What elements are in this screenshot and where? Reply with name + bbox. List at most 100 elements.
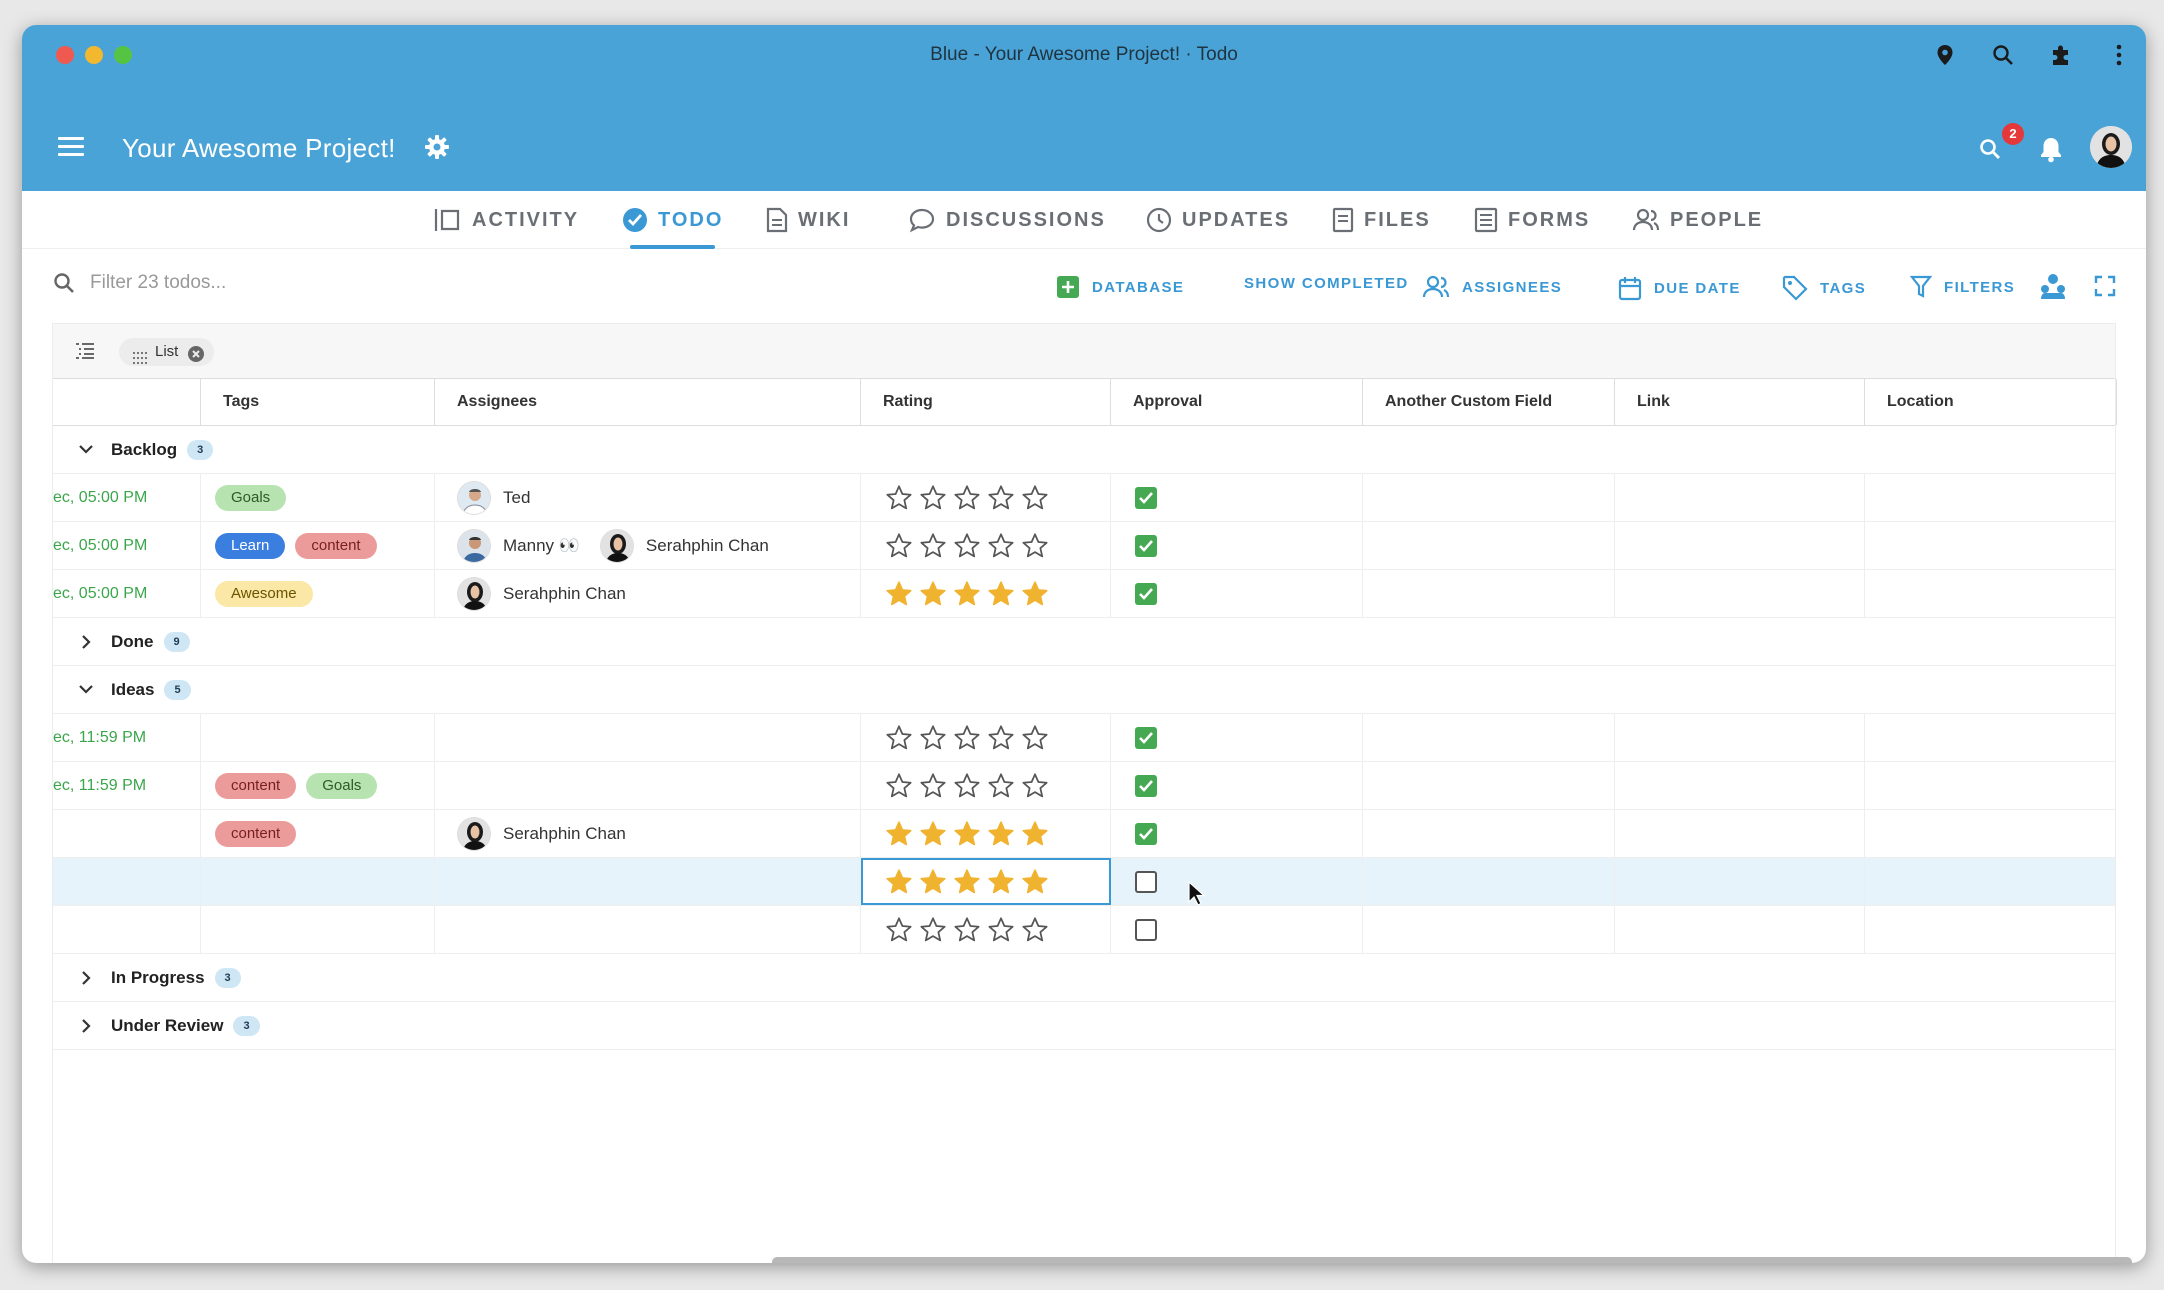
star-outline-icon[interactable] <box>885 916 913 944</box>
star-rating[interactable] <box>861 580 1049 608</box>
group-ideas[interactable]: Ideas 5 <box>53 666 2115 714</box>
due-date[interactable]: ec, 05:00 PM <box>53 474 201 521</box>
link-cell[interactable] <box>1615 762 1865 809</box>
link-cell[interactable] <box>1615 858 1865 905</box>
tab-activity[interactable]: ACTIVITY <box>434 191 579 249</box>
approval-cell[interactable] <box>1111 762 1363 809</box>
assignees-cell[interactable]: Serahphin Chan <box>435 810 861 857</box>
star-filled-icon[interactable] <box>885 580 913 608</box>
tab-people[interactable]: PEOPLE <box>1632 191 1763 249</box>
search-field[interactable]: Filter 23 todos... <box>52 271 226 295</box>
search-icon[interactable] <box>1978 137 2002 166</box>
approval-checkbox[interactable] <box>1135 726 1157 749</box>
link-cell[interactable] <box>1615 714 1865 761</box>
star-rating[interactable] <box>861 916 1049 944</box>
tags-cell[interactable]: content Goals <box>201 762 435 809</box>
star-rating[interactable] <box>861 484 1049 512</box>
tags-cell[interactable] <box>201 714 435 761</box>
tag-goals[interactable]: Goals <box>306 772 378 799</box>
tags-cell[interactable]: content <box>201 810 435 857</box>
header-rating[interactable]: Rating <box>861 379 1111 425</box>
star-outline-icon[interactable] <box>987 724 1015 752</box>
due-date[interactable] <box>53 810 201 857</box>
assignees-cell[interactable]: Ted <box>435 474 861 521</box>
approval-checkbox[interactable] <box>1135 582 1157 605</box>
tags-cell[interactable]: Awesome <box>201 570 435 617</box>
notification-bell-icon[interactable] <box>2038 135 2064 168</box>
approval-checkbox[interactable] <box>1135 918 1157 941</box>
approval-checkbox[interactable] <box>1135 534 1157 557</box>
gear-icon[interactable] <box>424 134 450 165</box>
list-options-icon[interactable] <box>75 342 95 365</box>
star-outline-icon[interactable] <box>919 532 947 560</box>
star-filled-icon[interactable] <box>1021 868 1049 896</box>
star-rating[interactable] <box>861 724 1049 752</box>
assignees-cell[interactable] <box>435 906 861 953</box>
assignees-cell[interactable] <box>435 762 861 809</box>
star-outline-icon[interactable] <box>919 916 947 944</box>
approval-cell[interactable] <box>1111 906 1363 953</box>
location-cell[interactable] <box>1865 906 2117 953</box>
tab-updates[interactable]: UPDATES <box>1146 191 1290 249</box>
assignees-cell[interactable] <box>435 714 861 761</box>
tags-cell[interactable]: Learn content <box>201 522 435 569</box>
menu-icon[interactable] <box>58 137 84 157</box>
tab-discussions[interactable]: DISCUSSIONS <box>908 191 1106 249</box>
star-filled-icon[interactable] <box>1021 820 1049 848</box>
star-filled-icon[interactable] <box>919 868 947 896</box>
rating-cell[interactable] <box>861 570 1111 617</box>
star-outline-icon[interactable] <box>953 916 981 944</box>
star-outline-icon[interactable] <box>953 532 981 560</box>
tag-awesome[interactable]: Awesome <box>215 580 313 607</box>
location-cell[interactable] <box>1865 474 2117 521</box>
assignees-cell[interactable]: Serahphin Chan <box>435 570 861 617</box>
star-outline-icon[interactable] <box>885 532 913 560</box>
location-cell[interactable] <box>1865 714 2117 761</box>
star-filled-icon[interactable] <box>987 868 1015 896</box>
location-cell[interactable] <box>1865 522 2117 569</box>
star-filled-icon[interactable] <box>885 868 913 896</box>
tab-forms[interactable]: FORMS <box>1474 191 1590 249</box>
header-location[interactable]: Location <box>1865 379 2117 425</box>
horizontal-scrollbar[interactable] <box>772 1257 2132 1263</box>
link-cell[interactable] <box>1615 570 1865 617</box>
rating-cell[interactable] <box>861 474 1111 521</box>
approval-cell[interactable] <box>1111 714 1363 761</box>
approval-checkbox[interactable] <box>1135 486 1157 509</box>
tag-content[interactable]: content <box>295 532 377 559</box>
view-chip-list[interactable]: List <box>119 338 215 366</box>
table-row[interactable]: ec, 11:59 PM <box>53 714 2115 762</box>
custom-field-cell[interactable] <box>1363 906 1615 953</box>
search-input[interactable]: Filter 23 todos... <box>90 272 226 294</box>
star-outline-icon[interactable] <box>987 532 1015 560</box>
approval-checkbox[interactable] <box>1135 774 1157 797</box>
custom-field-cell[interactable] <box>1363 570 1615 617</box>
more-icon[interactable] <box>2106 42 2132 68</box>
custom-field-cell[interactable] <box>1363 858 1615 905</box>
custom-field-cell[interactable] <box>1363 474 1615 521</box>
database-button[interactable]: DATABASE <box>1056 275 1184 299</box>
zoom-icon[interactable] <box>1990 42 2016 68</box>
star-outline-icon[interactable] <box>1021 532 1049 560</box>
link-cell[interactable] <box>1615 474 1865 521</box>
assignees-cell[interactable]: Manny 👀 Serahphin Chan <box>435 522 861 569</box>
location-cell[interactable] <box>1865 810 2117 857</box>
star-outline-icon[interactable] <box>953 484 981 512</box>
group-icon[interactable] <box>2038 271 2068 306</box>
star-outline-icon[interactable] <box>919 772 947 800</box>
star-filled-icon[interactable] <box>1021 580 1049 608</box>
approval-cell[interactable] <box>1111 522 1363 569</box>
star-outline-icon[interactable] <box>1021 484 1049 512</box>
star-outline-icon[interactable] <box>1021 724 1049 752</box>
star-rating[interactable] <box>861 820 1049 848</box>
extension-icon[interactable] <box>2048 42 2074 68</box>
approval-cell[interactable] <box>1111 570 1363 617</box>
due-date[interactable] <box>53 858 201 905</box>
header-another-custom-field[interactable]: Another Custom Field <box>1363 379 1615 425</box>
rating-cell-focused[interactable] <box>861 858 1111 905</box>
rating-cell[interactable] <box>861 810 1111 857</box>
star-filled-icon[interactable] <box>953 580 981 608</box>
due-date[interactable]: ec, 05:00 PM <box>53 522 201 569</box>
table-row[interactable]: ec, 05:00 PM Learn content Manny 👀 Serah… <box>53 522 2115 570</box>
tags-cell[interactable]: Goals <box>201 474 435 521</box>
